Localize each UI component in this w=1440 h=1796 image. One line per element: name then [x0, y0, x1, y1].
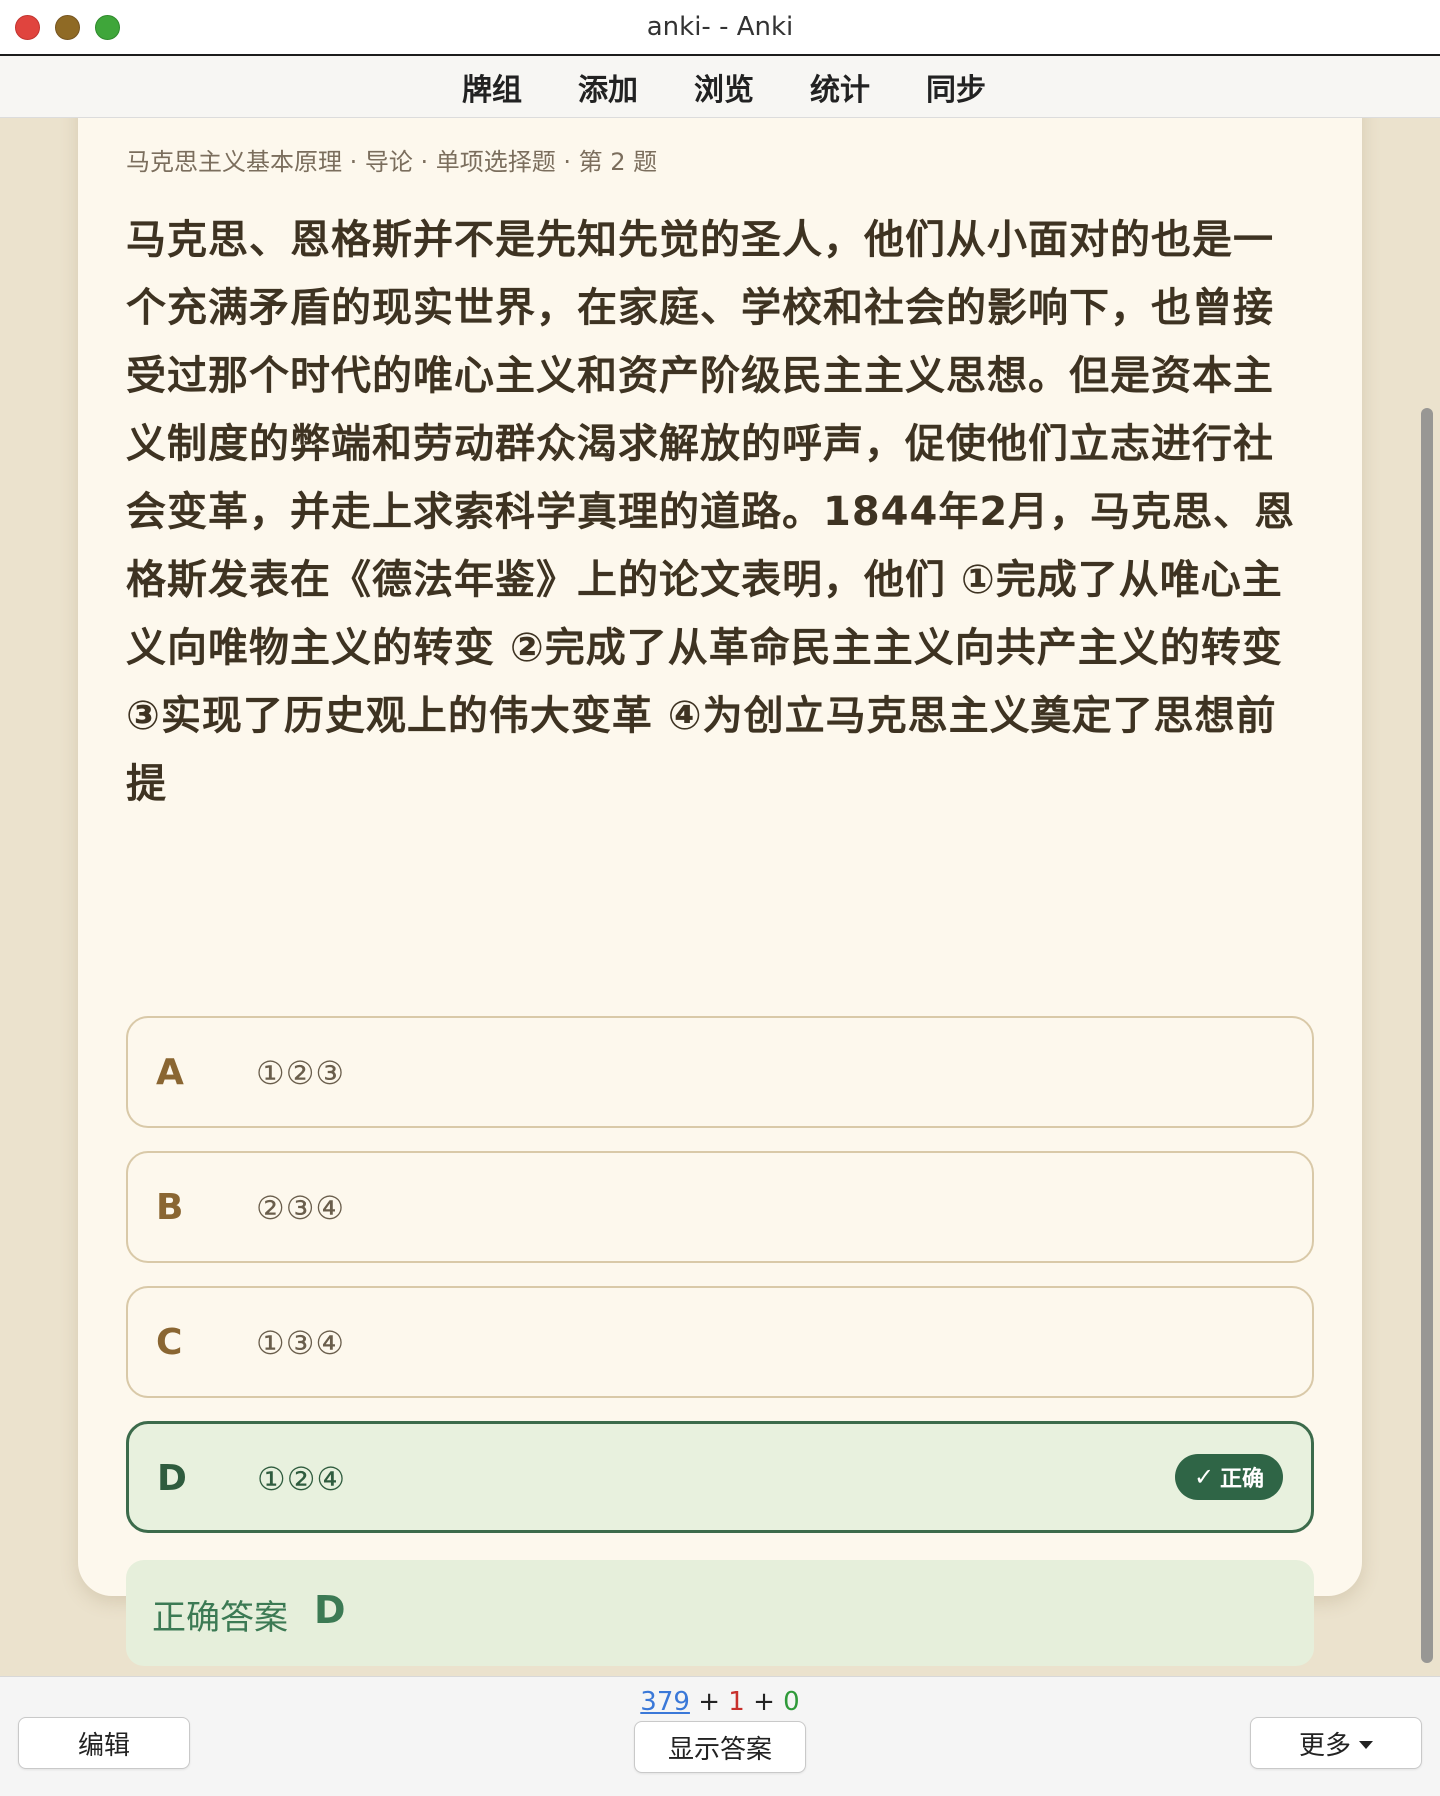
bottom-bar: 379 + 1 + 0 编辑 显示答案 更多 — [0, 1676, 1440, 1796]
toolbar-stats[interactable]: 统计 — [782, 65, 898, 109]
option-letter: B — [156, 1187, 184, 1228]
check-icon: ✓ — [1193, 1463, 1215, 1491]
count-separator: + — [689, 1687, 729, 1717]
window-title: anki- - Anki — [646, 12, 794, 42]
toolbar-add[interactable]: 添加 — [550, 65, 666, 109]
new-count[interactable]: 379 — [640, 1687, 690, 1717]
show-answer-button[interactable]: 显示答案 — [634, 1721, 806, 1773]
more-button[interactable]: 更多 — [1250, 1717, 1422, 1769]
correct-answer-label: 正确答案 — [152, 1598, 288, 1638]
main-toolbar: 牌组 添加 浏览 统计 同步 — [0, 56, 1440, 118]
correct-badge-label: 正确 — [1220, 1467, 1265, 1492]
learn-count: 1 — [728, 1687, 745, 1717]
review-count: 0 — [783, 1687, 800, 1717]
count-separator: + — [744, 1687, 784, 1717]
option-d[interactable]: D ①②④ ✓ 正确 — [126, 1421, 1314, 1533]
question-card: 马克思主义基本原理 · 导论 · 单项选择题 · 第 2 题 马克思、恩格斯并不… — [78, 118, 1362, 1666]
option-a[interactable]: A ①②③ — [126, 1016, 1314, 1128]
option-text: ①②③ — [256, 1054, 346, 1092]
edit-button[interactable]: 编辑 — [18, 1717, 190, 1769]
breadcrumb: 马克思主义基本原理 · 导论 · 单项选择题 · 第 2 题 — [126, 148, 658, 176]
option-letter: D — [157, 1458, 187, 1499]
option-text: ①③④ — [256, 1324, 346, 1362]
option-text: ①②④ — [257, 1460, 347, 1498]
toolbar-sync[interactable]: 同步 — [898, 65, 1014, 109]
option-b[interactable]: B ②③④ — [126, 1151, 1314, 1263]
more-button-label: 更多 — [1298, 1730, 1351, 1761]
correct-answer-box: 正确答案 D — [126, 1560, 1314, 1666]
correct-answer-value: D — [314, 1588, 346, 1632]
option-text: ②③④ — [256, 1189, 346, 1227]
title-bar: anki- - Anki — [0, 0, 1440, 56]
option-c[interactable]: C ①③④ — [126, 1286, 1314, 1398]
option-letter: C — [156, 1322, 183, 1363]
review-area: 马克思主义基本原理 · 导论 · 单项选择题 · 第 2 题 马克思、恩格斯并不… — [0, 118, 1440, 1676]
toolbar-browse[interactable]: 浏览 — [666, 65, 782, 109]
question-text: 马克思、恩格斯并不是先知先觉的圣人，他们从小面对的也是一个充满矛盾的现实世界，在… — [126, 217, 1296, 807]
toolbar-decks[interactable]: 牌组 — [434, 65, 550, 109]
due-counts: 379 + 1 + 0 — [0, 1687, 1440, 1717]
vertical-scrollbar[interactable] — [1421, 408, 1433, 1663]
option-letter: A — [156, 1052, 184, 1093]
correct-badge: ✓ 正确 — [1175, 1454, 1283, 1500]
chevron-down-icon — [1359, 1741, 1373, 1749]
